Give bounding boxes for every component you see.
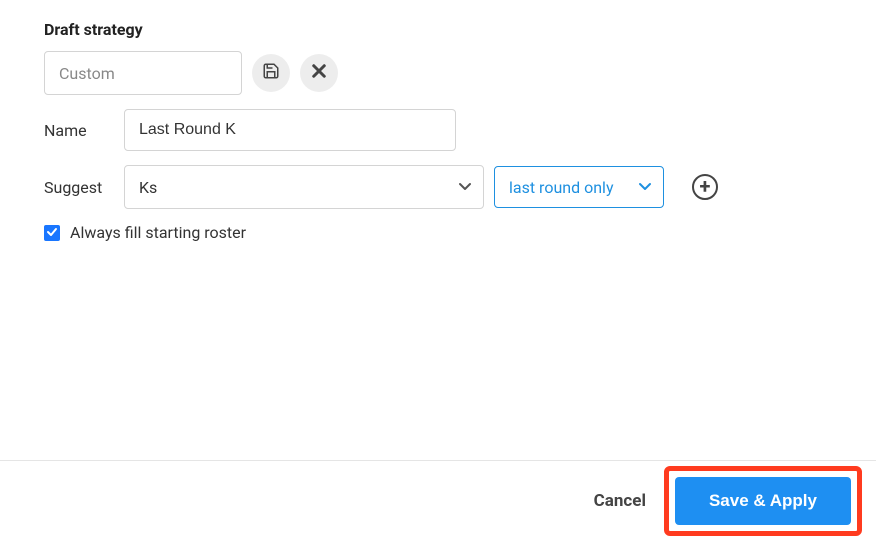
suggest-label: Suggest xyxy=(44,178,114,197)
save-apply-button[interactable]: Save & Apply xyxy=(675,477,851,525)
position-select[interactable]: Ks xyxy=(124,165,484,209)
plus-icon: + xyxy=(700,176,711,196)
close-icon xyxy=(310,62,328,84)
strategy-select[interactable]: Custom xyxy=(44,51,242,95)
dialog-footer: Cancel Save & Apply xyxy=(0,460,876,540)
fill-roster-label: Always fill starting roster xyxy=(70,223,246,242)
name-label: Name xyxy=(44,121,114,140)
floppy-disk-icon xyxy=(262,62,280,84)
timing-value: last round only xyxy=(509,178,614,197)
highlight-annotation: Save & Apply xyxy=(664,466,862,536)
fill-roster-checkbox[interactable] xyxy=(44,225,60,241)
strategy-value: Custom xyxy=(59,64,115,83)
chevron-down-icon xyxy=(639,180,651,195)
save-icon-button[interactable] xyxy=(252,54,290,92)
chevron-down-icon xyxy=(459,180,471,195)
add-rule-button[interactable]: + xyxy=(692,174,718,200)
name-input[interactable] xyxy=(124,109,456,151)
form-title: Draft strategy xyxy=(44,20,832,39)
timing-select[interactable]: last round only xyxy=(494,166,664,208)
checkmark-icon xyxy=(46,223,58,242)
cancel-button[interactable]: Cancel xyxy=(586,483,654,519)
position-value: Ks xyxy=(139,178,157,197)
delete-icon-button[interactable] xyxy=(300,54,338,92)
